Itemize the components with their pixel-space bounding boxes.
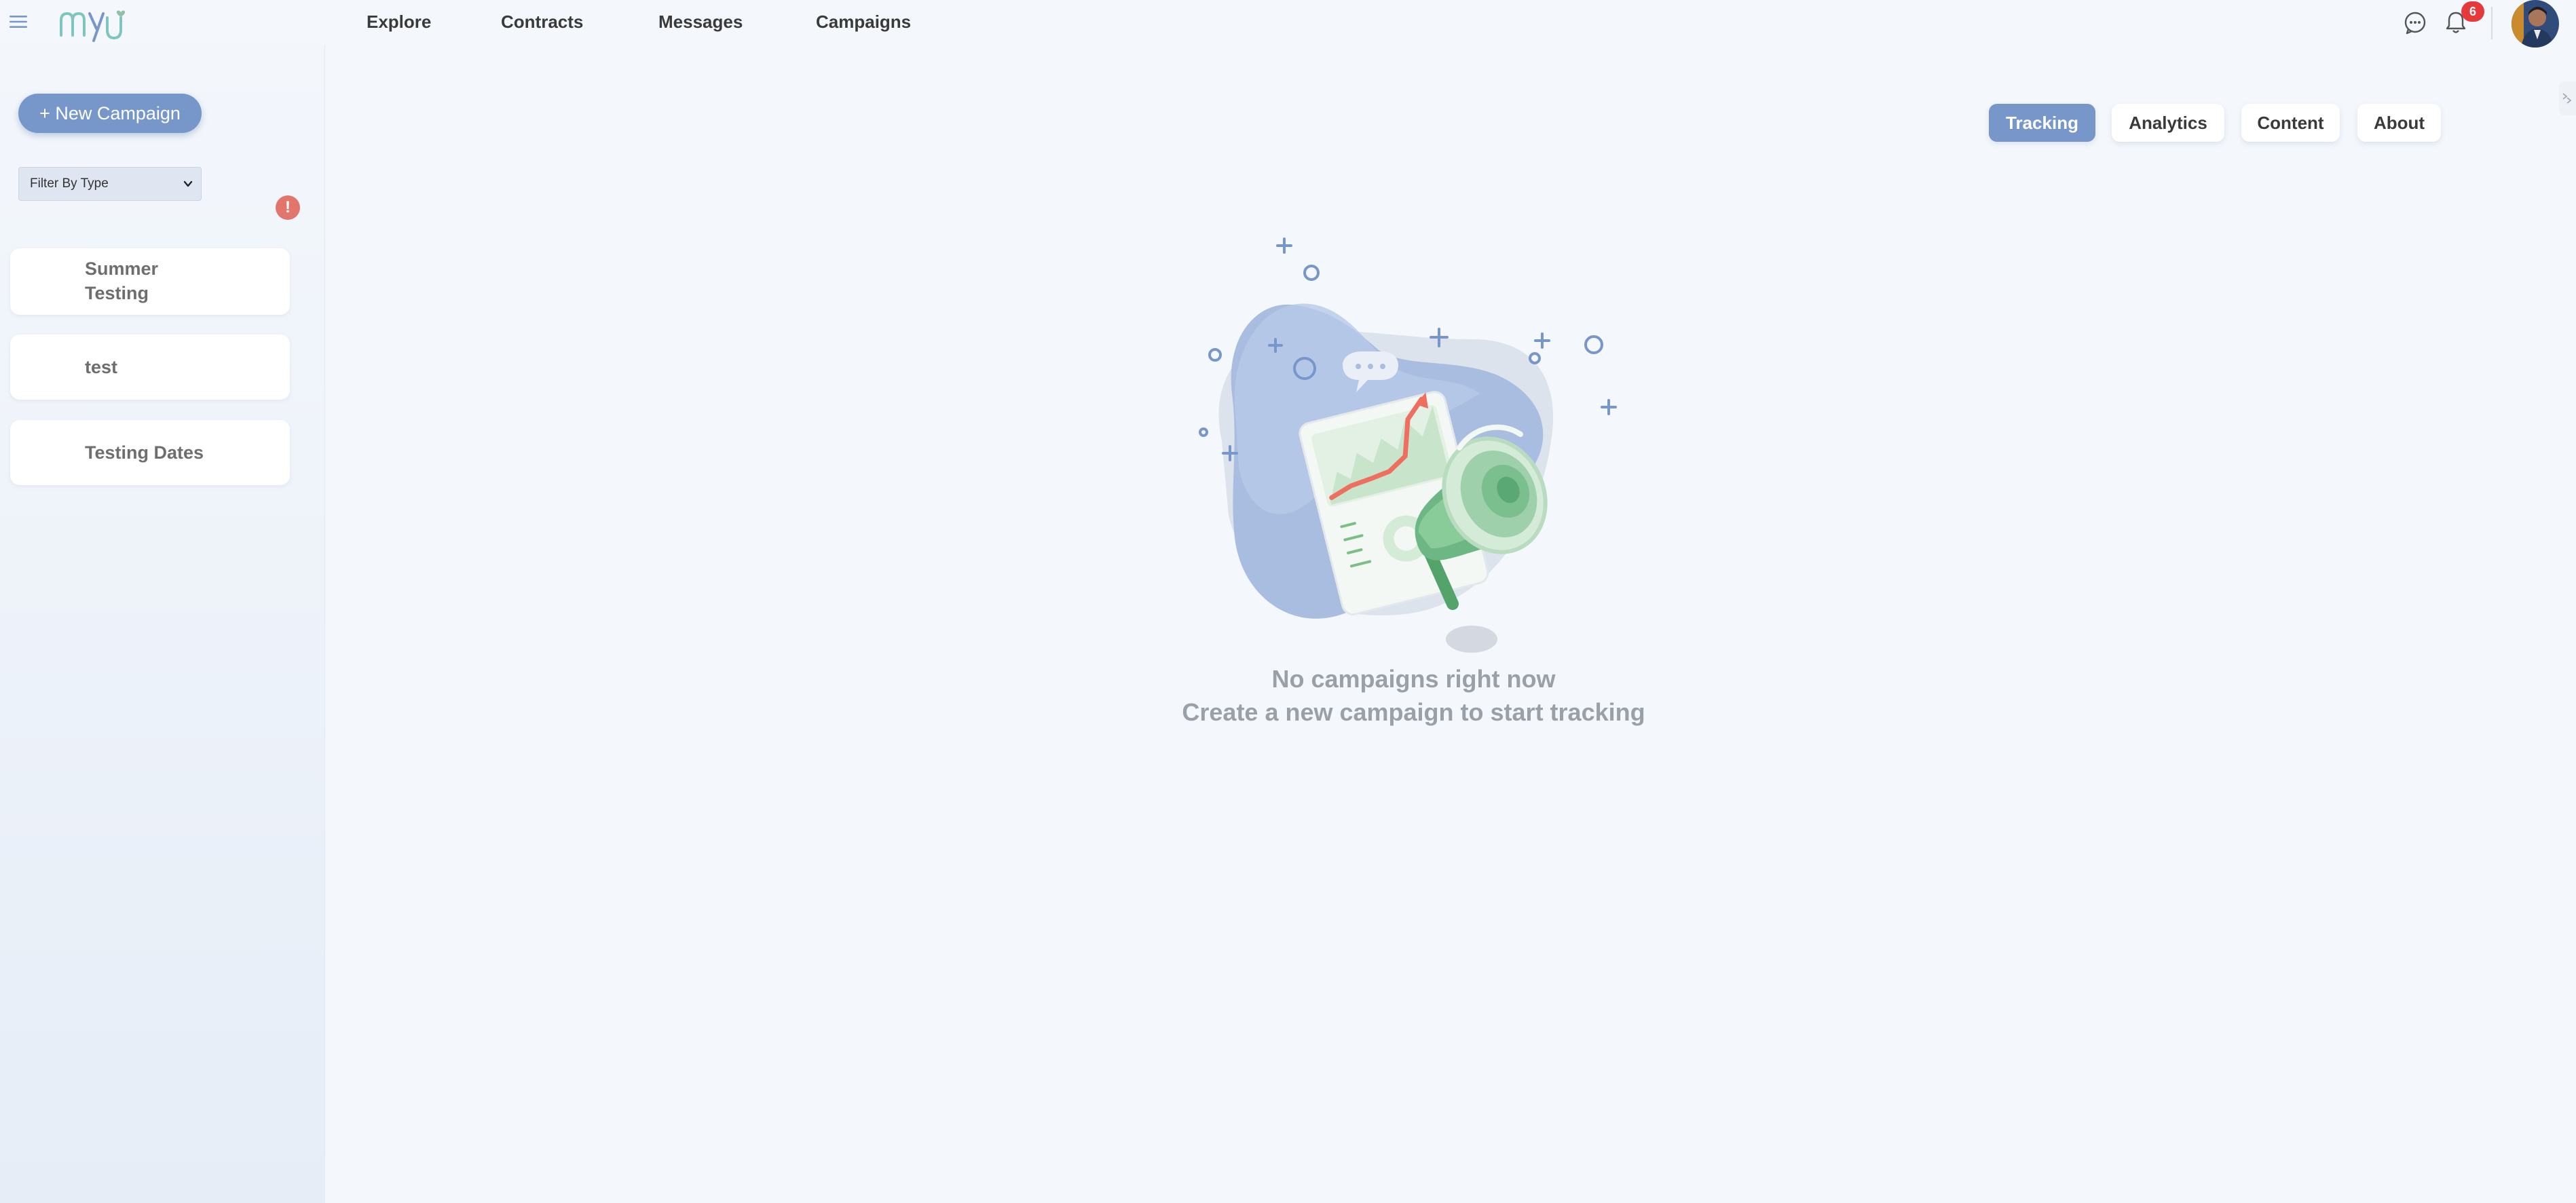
empty-state-title: No campaigns right now xyxy=(1271,665,1556,693)
collapse-arrows-icon xyxy=(2562,93,2572,104)
avatar[interactable] xyxy=(2512,0,2559,47)
myu-logo[interactable] xyxy=(58,5,126,45)
filter-by-type-select[interactable]: Filter By Type xyxy=(18,167,202,201)
campaign-card-test[interactable]: test xyxy=(10,335,290,400)
empty-state-subtitle: Create a new campaign to start tracking xyxy=(1182,698,1645,726)
tab-tracking[interactable]: Tracking xyxy=(1989,104,2095,142)
collapse-panel-handle[interactable] xyxy=(2559,81,2576,115)
campaign-title: test xyxy=(85,357,118,377)
nav-explore[interactable]: Explore xyxy=(367,9,431,34)
chevron-down-icon xyxy=(183,180,193,187)
filter-select-value: Filter By Type xyxy=(30,176,109,191)
avatar-image xyxy=(2512,0,2559,47)
campaign-title: Testing Dates xyxy=(85,442,204,463)
nav-contracts[interactable]: Contracts xyxy=(501,9,583,34)
new-campaign-button[interactable]: + New Campaign xyxy=(18,94,202,133)
campaign-card-testing-dates[interactable]: Testing Dates xyxy=(10,420,290,485)
tab-analytics[interactable]: Analytics xyxy=(2112,104,2224,142)
campaign-title-line1: Summer xyxy=(85,259,159,279)
tab-content[interactable]: Content xyxy=(2241,104,2340,142)
campaign-sidebar: + New Campaign Filter By Type xyxy=(0,45,325,1203)
menu-icon[interactable] xyxy=(8,14,29,30)
campaign-card-summer-testing[interactable]: Summer Testing xyxy=(10,248,290,315)
notification-badge: 6 xyxy=(2461,1,2484,22)
top-bar: Explore Contracts Messages Campaigns 6 xyxy=(0,0,2576,47)
alert-icon: ! xyxy=(276,195,300,220)
campaign-title-line2: Testing xyxy=(85,283,149,303)
nav-messages[interactable]: Messages xyxy=(658,9,743,34)
chat-icon[interactable] xyxy=(2403,11,2427,35)
nav-campaigns[interactable]: Campaigns xyxy=(816,9,911,34)
divider xyxy=(2491,7,2493,39)
tab-about[interactable]: About xyxy=(2357,104,2441,142)
empty-campaigns-illustration xyxy=(1199,237,1617,653)
